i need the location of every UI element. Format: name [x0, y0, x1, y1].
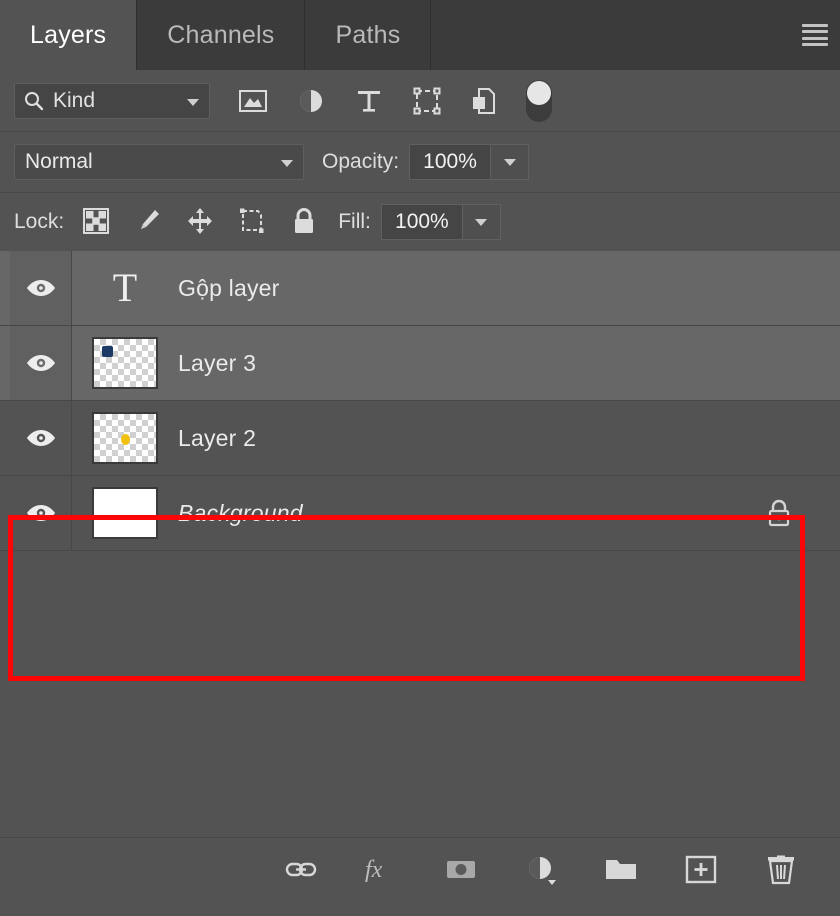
fx-icon[interactable]: fx	[364, 852, 398, 886]
tab-layers-label: Layers	[30, 20, 107, 49]
transparency-checker	[94, 414, 156, 462]
trash-icon[interactable]	[764, 852, 798, 886]
opacity-value: 100%	[423, 150, 477, 173]
background-thumbnail	[92, 487, 158, 539]
link-chain-icon[interactable]	[284, 852, 318, 886]
layer-row-layer-3[interactable]: Layer 3	[0, 326, 840, 401]
hamburger-menu-icon[interactable]	[802, 24, 828, 46]
half-circle-icon[interactable]	[524, 852, 558, 886]
chevron-down-icon	[475, 218, 488, 226]
transparency-checker	[94, 339, 156, 387]
pixel-thumbnail	[92, 412, 158, 464]
layer-list: T Gộp layer Layer 3 Layer 2 Background	[0, 251, 840, 681]
plus-square-icon[interactable]	[684, 852, 718, 886]
layer-locked-icon	[766, 498, 792, 528]
eye-icon	[25, 353, 57, 373]
layer-row-layer-2[interactable]: Layer 2	[0, 401, 840, 476]
blend-mode-value: Normal	[25, 150, 93, 173]
fill-stepper-button[interactable]	[462, 204, 501, 240]
lock-buttons	[82, 207, 320, 237]
opacity-stepper-button[interactable]	[491, 144, 530, 180]
tab-paths[interactable]: Paths	[305, 0, 432, 70]
fill-label: Fill:	[338, 210, 371, 233]
layer-thumbnail[interactable]	[72, 487, 178, 539]
layer-visibility-toggle[interactable]	[10, 326, 72, 400]
layer-thumbnail[interactable]: T	[72, 262, 178, 314]
type-layer-icon: T	[112, 265, 138, 310]
pixel-layer-filter-icon[interactable]	[238, 86, 268, 116]
pixel-thumbnail	[92, 337, 158, 389]
mask-icon[interactable]	[444, 852, 478, 886]
layers-panel: Layers Channels Paths Kind Normal Opacit…	[0, 0, 840, 916]
chevron-down-icon[interactable]	[281, 160, 293, 167]
tab-channels-label: Channels	[167, 20, 275, 49]
toggle-knob	[527, 80, 551, 105]
fill-input[interactable]: 100%	[380, 204, 463, 240]
tab-paths-label: Paths	[335, 20, 401, 49]
tab-channels[interactable]: Channels	[137, 0, 306, 70]
type-layer-filter-icon[interactable]	[354, 86, 384, 116]
filter-kind-select[interactable]: Kind	[14, 82, 210, 119]
layers-bottom-toolbar: fx	[0, 837, 840, 900]
eye-icon	[25, 278, 57, 298]
folder-icon[interactable]	[604, 852, 638, 886]
shape-layer-filter-icon[interactable]	[412, 86, 442, 116]
lock-label: Lock:	[14, 210, 65, 233]
svg-text:fx: fx	[365, 857, 383, 883]
search-icon	[23, 90, 45, 112]
layer-thumbnail[interactable]	[72, 337, 178, 389]
layer-thumbnail[interactable]	[72, 412, 178, 464]
thumbnail-fill	[94, 489, 156, 537]
layer-name-label[interactable]: Background	[178, 500, 303, 527]
blend-mode-row: Normal Opacity: 100%	[0, 132, 840, 193]
lock-position-icon[interactable]	[186, 207, 216, 237]
eye-icon	[25, 428, 57, 448]
smart-object-filter-icon[interactable]	[470, 86, 500, 116]
layer-name-label[interactable]: Layer 3	[178, 350, 256, 377]
filter-type-icons	[238, 86, 500, 116]
chevron-down-icon	[503, 158, 516, 166]
layer-name-label[interactable]: Layer 2	[178, 425, 256, 452]
fill-value: 100%	[395, 210, 449, 233]
layer-filter-row: Kind	[0, 70, 840, 132]
layer-visibility-toggle[interactable]	[10, 476, 72, 550]
thumbnail-content-blob	[121, 434, 130, 445]
layer-name-label[interactable]: Gộp layer	[178, 275, 280, 302]
panel-tab-bar: Layers Channels Paths	[0, 0, 840, 70]
eye-icon	[25, 503, 57, 523]
filter-kind-label: Kind	[53, 88, 96, 112]
lock-transparent-pixels-icon[interactable]	[82, 207, 112, 237]
lock-row: Lock: Fill: 100%	[0, 193, 840, 251]
opacity-input[interactable]: 100%	[409, 144, 492, 180]
tab-layers[interactable]: Layers	[0, 0, 138, 70]
opacity-label: Opacity:	[322, 150, 400, 173]
layer-visibility-toggle[interactable]	[10, 401, 72, 475]
layer-row-background[interactable]: Background	[0, 476, 840, 551]
layer-list-empty-area	[0, 559, 840, 837]
chevron-down-icon[interactable]	[187, 98, 199, 106]
lock-artboard-nesting-icon[interactable]	[238, 207, 268, 237]
lock-image-pixels-icon[interactable]	[134, 207, 164, 237]
adjustment-layer-filter-icon[interactable]	[296, 86, 326, 116]
blend-mode-select[interactable]: Normal	[14, 144, 304, 180]
layer-row-gop-layer[interactable]: T Gộp layer	[0, 251, 840, 326]
filter-enable-toggle[interactable]	[526, 79, 552, 122]
layer-visibility-toggle[interactable]	[10, 251, 72, 325]
lock-all-icon[interactable]	[290, 207, 320, 237]
thumbnail-content-blob	[102, 346, 113, 357]
